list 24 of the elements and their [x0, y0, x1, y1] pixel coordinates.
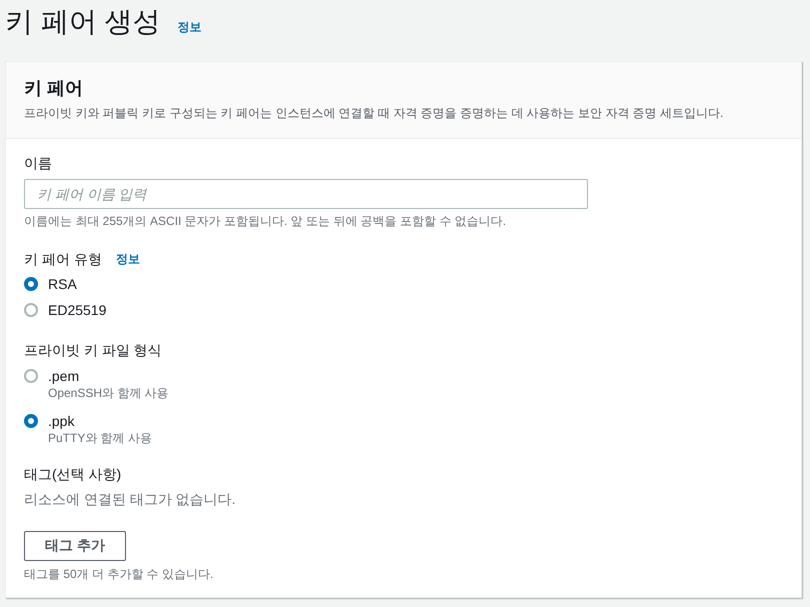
radio-label[interactable]: ED25519	[48, 300, 106, 320]
name-input-field[interactable]: 키 페어 이름 입력	[24, 179, 588, 209]
field-hint: 이름에는 최대 255개의 ASCII 문자가 포함됩니다. 앞 또는 뒤에 공백을 포함할 수 없습니다.	[24, 213, 506, 229]
empty-tags-text: 리소스에 연결된 태그가 없습니다.	[24, 490, 236, 509]
card-description: 프라이빗 키와 퍼블릭 키로 구성되는 키 페어는 인스턴스에 연결할 때 자격 증명을 증명하는 데 사용하는 보안 자격 증명 세트입니다.	[24, 105, 724, 121]
radio-description: OpenSSH와 함께 사용	[48, 385, 169, 401]
radio-button[interactable]	[24, 277, 38, 291]
info-link[interactable]: 정보	[178, 19, 202, 35]
field-label: 키 페어 유형	[24, 250, 102, 269]
radio-description: PuTTY와 함께 사용	[48, 430, 152, 446]
radio-button[interactable]	[24, 303, 38, 317]
radio-label[interactable]: RSA	[48, 274, 77, 294]
card-title: 키 페어	[24, 77, 84, 100]
section-label: 태그(선택 사항)	[24, 465, 122, 484]
add-tag-button[interactable]: 태그 추가	[24, 531, 126, 561]
page-title: 키 페어 생성	[5, 5, 161, 39]
field-label: 프라이빗 키 파일 형식	[24, 341, 162, 360]
tags-hint: 태그를 50개 더 추가할 수 있습니다.	[24, 566, 214, 582]
radio-button[interactable]	[24, 369, 38, 383]
field-label: 이름	[24, 154, 52, 173]
radio-button[interactable]	[24, 414, 38, 428]
radio-label[interactable]: .pem	[48, 367, 80, 385]
info-link[interactable]: 정보	[116, 251, 140, 267]
radio-label[interactable]: .ppk	[48, 412, 74, 430]
